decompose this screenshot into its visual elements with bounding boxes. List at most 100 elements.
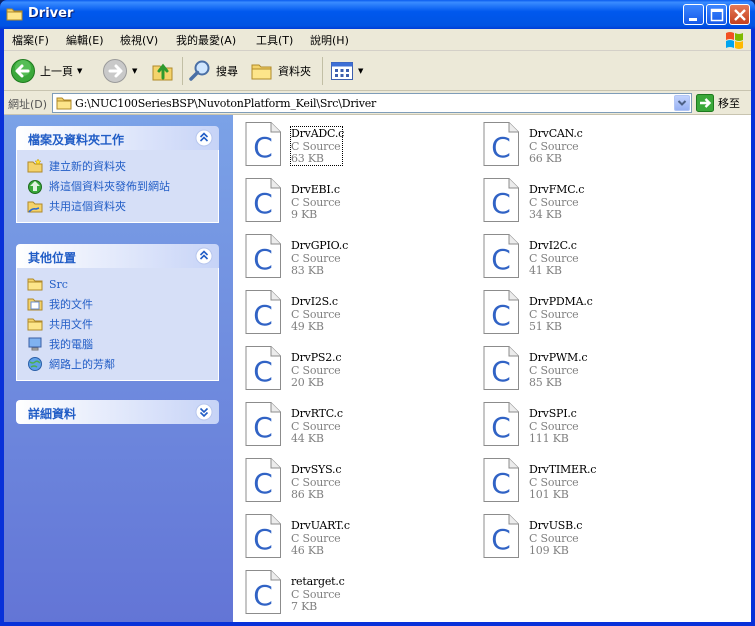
my-documents-icon	[27, 298, 43, 311]
c-source-file-icon: C	[483, 458, 519, 502]
file-item[interactable]: C DrvSYS.c C Source 86 KB	[235, 455, 455, 503]
file-tasks-panel: 檔案及資料夾工作 建立新的資料夾 將這個資料夾發佈到網站 共用這個資料夾	[16, 126, 219, 223]
svg-text:C: C	[491, 131, 511, 164]
other-places-title: 其他位置	[28, 251, 77, 265]
back-button[interactable]: 上一頁 ▼	[10, 57, 82, 85]
minimize-button[interactable]	[683, 4, 704, 25]
svg-text:C: C	[491, 243, 511, 276]
task-new-folder[interactable]: 建立新的資料夾	[17, 156, 218, 176]
svg-text:C: C	[253, 131, 273, 164]
menu-favorites[interactable]: 我的最愛(A)	[176, 32, 236, 48]
folders-button[interactable]: 資料夾	[250, 57, 311, 85]
place-shared-documents[interactable]: 共用文件	[17, 314, 218, 334]
search-label: 搜尋	[216, 65, 238, 78]
svg-text:C: C	[491, 355, 511, 388]
details-header[interactable]: 詳細資料	[16, 400, 219, 424]
file-item[interactable]: C DrvPDMA.c C Source 51 KB	[473, 287, 693, 335]
file-name: DrvI2C.c	[529, 239, 577, 252]
file-item[interactable]: C DrvEBI.c C Source 9 KB	[235, 175, 455, 223]
c-source-file-icon: C	[245, 234, 281, 278]
file-name: DrvSYS.c	[291, 463, 342, 476]
svg-text:C: C	[491, 411, 511, 444]
svg-text:C: C	[253, 187, 273, 220]
file-item[interactable]: C DrvUART.c C Source 46 KB	[235, 511, 455, 559]
menu-tools[interactable]: 工具(T)	[256, 32, 293, 48]
svg-text:C: C	[491, 187, 511, 220]
file-size: 9 KB	[291, 208, 317, 221]
menu-file[interactable]: 檔案(F)	[12, 32, 49, 48]
file-item[interactable]: C DrvSPI.c C Source 111 KB	[473, 399, 693, 447]
place-my-documents[interactable]: 我的文件	[17, 294, 218, 314]
file-item[interactable]: C DrvI2S.c C Source 49 KB	[235, 287, 455, 335]
task-share-folder-label: 共用這個資料夾	[49, 200, 126, 213]
search-icon	[189, 60, 210, 81]
file-name: DrvEBI.c	[291, 183, 340, 196]
c-source-file-icon: C	[245, 458, 281, 502]
task-pane: 檔案及資料夾工作 建立新的資料夾 將這個資料夾發佈到網站 共用這個資料夾 其他位…	[4, 115, 233, 622]
file-item[interactable]: C DrvTIMER.c C Source 101 KB	[473, 455, 693, 503]
expand-icon[interactable]	[195, 403, 213, 421]
place-my-computer[interactable]: 我的電腦	[17, 334, 218, 354]
file-name: retarget.c	[291, 575, 345, 588]
other-places-panel: 其他位置 Src 我的文件 共用文件 我的電腦 網路上的芳鄰	[16, 244, 219, 381]
place-shared-documents-label: 共用文件	[49, 318, 93, 331]
file-item[interactable]: C DrvPS2.c C Source 20 KB	[235, 343, 455, 391]
file-name: DrvSPI.c	[529, 407, 577, 420]
address-dropdown-button[interactable]	[674, 95, 690, 111]
c-source-file-icon: C	[245, 178, 281, 222]
task-publish-web[interactable]: 將這個資料夾發佈到網站	[17, 176, 218, 196]
collapse-icon[interactable]	[195, 129, 213, 147]
close-button[interactable]	[729, 4, 750, 25]
explorer-window: Driver 檔案(F) 編輯(E) 檢視(V) 我的最愛(A) 工具(T) 說…	[0, 0, 755, 626]
views-button[interactable]: ▼	[330, 57, 363, 85]
menu-view[interactable]: 檢視(V)	[120, 32, 158, 48]
my-computer-icon	[28, 337, 42, 351]
search-button[interactable]: 搜尋	[188, 57, 238, 85]
file-item[interactable]: C retarget.c C Source 7 KB	[235, 567, 455, 615]
menu-help[interactable]: 說明(H)	[310, 32, 349, 48]
file-item[interactable]: C DrvI2C.c C Source 41 KB	[473, 231, 693, 279]
file-item[interactable]: C DrvPWM.c C Source 85 KB	[473, 343, 693, 391]
address-input[interactable]: G:\NUC100SeriesBSP\NuvotonPlatform_Keil\…	[52, 93, 692, 113]
file-item[interactable]: C DrvUSB.c C Source 109 KB	[473, 511, 693, 559]
maximize-button[interactable]	[706, 4, 727, 25]
file-item[interactable]: C DrvRTC.c C Source 44 KB	[235, 399, 455, 447]
maximize-icon	[710, 8, 724, 22]
details-title: 詳細資料	[28, 407, 77, 421]
forward-button[interactable]: ▼	[102, 57, 137, 85]
c-source-file-icon: C	[483, 514, 519, 558]
back-dropdown-icon[interactable]: ▼	[77, 67, 82, 75]
svg-text:C: C	[253, 523, 273, 556]
task-publish-web-label: 將這個資料夾發佈到網站	[49, 180, 170, 193]
collapse-icon[interactable]	[195, 247, 213, 265]
file-item[interactable]: C DrvADC.c C Source 63 KB	[235, 119, 455, 167]
other-places-header[interactable]: 其他位置	[16, 244, 219, 268]
folder-icon	[56, 97, 72, 110]
file-item[interactable]: C DrvCAN.c C Source 66 KB	[473, 119, 693, 167]
file-size: 34 KB	[529, 208, 562, 221]
file-name: DrvPWM.c	[529, 351, 588, 364]
close-icon	[734, 9, 746, 21]
file-item[interactable]: C DrvFMC.c C Source 34 KB	[473, 175, 693, 223]
file-tasks-header[interactable]: 檔案及資料夾工作	[16, 126, 219, 150]
forward-dropdown-icon[interactable]: ▼	[132, 67, 137, 75]
new-folder-icon	[27, 158, 43, 173]
file-size: 85 KB	[529, 376, 562, 389]
go-button[interactable]: 移至	[696, 94, 740, 112]
up-folder-button[interactable]	[150, 57, 176, 85]
file-item[interactable]: C DrvGPIO.c C Source 83 KB	[235, 231, 455, 279]
menu-edit[interactable]: 編輯(E)	[66, 32, 104, 48]
place-network[interactable]: 網路上的芳鄰	[17, 354, 218, 374]
file-size: 49 KB	[291, 320, 324, 333]
file-size: 101 KB	[529, 488, 569, 501]
details-panel: 詳細資料	[16, 400, 219, 424]
views-dropdown-icon[interactable]: ▼	[358, 67, 363, 75]
place-src[interactable]: Src	[17, 274, 218, 294]
file-size: 44 KB	[291, 432, 324, 445]
task-share-folder[interactable]: 共用這個資料夾	[17, 196, 218, 216]
menu-bar: 檔案(F) 編輯(E) 檢視(V) 我的最愛(A) 工具(T) 說明(H)	[4, 29, 751, 51]
window-title: Driver	[28, 6, 74, 21]
folders-icon	[251, 64, 272, 80]
file-name: DrvI2S.c	[291, 295, 338, 308]
title-bar[interactable]: Driver	[0, 0, 755, 29]
